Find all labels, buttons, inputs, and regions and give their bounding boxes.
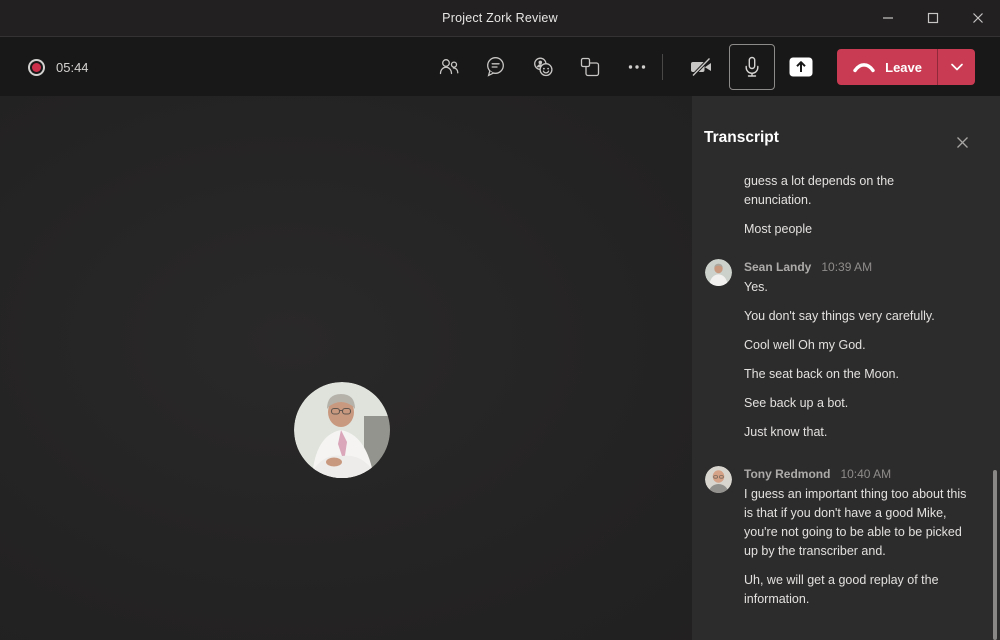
transcript-message: You don't say things very carefully. (744, 307, 976, 326)
transcript-message: Cool well Oh my God. (744, 336, 976, 355)
message-timestamp: 10:39 AM (821, 260, 872, 274)
titlebar: Project Zork Review (0, 0, 1000, 36)
close-icon (972, 12, 984, 24)
transcript-entry-body: Tony Redmond 10:40 AM I guess an importan… (744, 466, 976, 609)
speaker-avatar (705, 466, 732, 493)
minimize-button[interactable] (865, 0, 910, 36)
transcript-message: guess a lot depends on the enunciation. (744, 172, 944, 210)
camera-off-icon (688, 54, 714, 80)
window-title: Project Zork Review (0, 0, 1000, 36)
chat-button[interactable] (472, 37, 519, 97)
transcript-entry-sean-landy: Sean Landy 10:39 AM Yes. You don't say th… (744, 259, 976, 442)
recording-status: 05:44 (28, 37, 89, 97)
more-icon (625, 55, 649, 79)
transcript-scrollbar[interactable] (993, 470, 997, 640)
maximize-button[interactable] (910, 0, 955, 36)
transcript-close-button[interactable] (952, 132, 972, 152)
transcript-panel: Transcript guess a lot depends on the en… (692, 96, 1000, 640)
transcript-message: Just know that. (744, 423, 976, 442)
minimize-icon (882, 12, 894, 24)
speaker-photo (705, 466, 732, 493)
toolbar-divider (662, 54, 663, 80)
transcript-message: Most people (744, 220, 976, 239)
microphone-button[interactable] (729, 44, 775, 90)
transcript-message: See back up a bot. (744, 394, 976, 413)
close-icon (956, 136, 969, 149)
speaker-name: Tony Redmond (744, 467, 830, 481)
transcript-entry-body: Sean Landy 10:39 AM Yes. You don't say th… (744, 259, 976, 442)
transcript-scrollback: guess a lot depends on the enunciation. … (744, 172, 976, 239)
transcript-title: Transcript (704, 129, 779, 147)
camera-off-button[interactable] (677, 37, 725, 97)
transcript-message: Yes. (744, 278, 976, 297)
toolbar-controls: Leave (425, 37, 1000, 97)
participant-avatar (294, 382, 390, 478)
chevron-down-icon (950, 62, 964, 72)
close-button[interactable] (955, 0, 1000, 36)
leave-button[interactable]: Leave (837, 49, 937, 85)
speaker-header: Sean Landy 10:39 AM (744, 259, 976, 275)
participants-icon (437, 55, 461, 79)
share-button[interactable] (779, 37, 823, 97)
meeting-toolbar: 05:44 (0, 36, 1000, 96)
transcript-message: I guess an important thing too about thi… (744, 485, 976, 561)
leave-button-label: Leave (885, 60, 922, 75)
phone-hangup-icon (852, 58, 876, 76)
transcript-header: Transcript (692, 96, 1000, 166)
transcript-content: guess a lot depends on the enunciation. … (744, 166, 976, 609)
share-icon (788, 55, 814, 79)
chat-icon (484, 55, 508, 79)
more-actions-button[interactable] (613, 37, 660, 97)
reactions-button[interactable] (519, 37, 566, 97)
meeting-stage (0, 96, 692, 640)
speaker-avatar (705, 259, 732, 286)
window-controls (865, 0, 1000, 36)
speaker-name: Sean Landy (744, 260, 811, 274)
leave-split-button: Leave (837, 49, 975, 85)
reactions-icon (531, 55, 555, 79)
meeting-timer: 05:44 (56, 60, 89, 75)
microphone-icon (740, 55, 764, 79)
leave-options-button[interactable] (938, 49, 975, 85)
breakout-rooms-icon (578, 55, 602, 79)
transcript-message: The seat back on the Moon. (744, 365, 976, 384)
transcript-message: Uh, we will get a good replay of the inf… (744, 571, 976, 609)
speaker-photo (705, 259, 732, 286)
transcript-scroll-area[interactable]: guess a lot depends on the enunciation. … (692, 166, 1000, 640)
participant-photo (294, 382, 390, 478)
recording-indicator-icon (32, 63, 41, 72)
message-timestamp: 10:40 AM (840, 467, 891, 481)
participants-button[interactable] (425, 37, 472, 97)
transcript-entry-tony-redmond: Tony Redmond 10:40 AM I guess an importan… (744, 466, 976, 609)
speaker-header: Tony Redmond 10:40 AM (744, 466, 976, 482)
breakout-rooms-button[interactable] (566, 37, 613, 97)
maximize-icon (927, 12, 939, 24)
